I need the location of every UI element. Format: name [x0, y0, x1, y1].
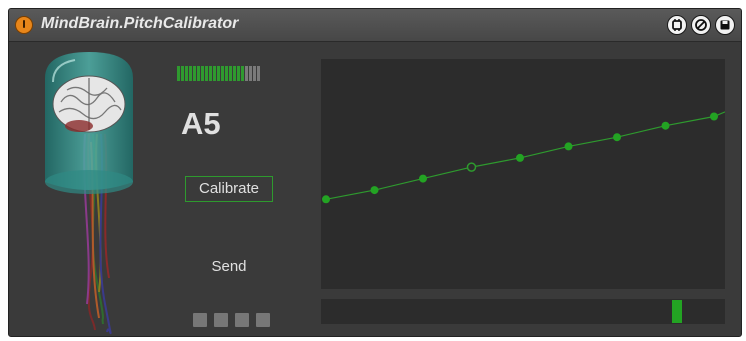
calibration-point[interactable] [322, 195, 330, 204]
level-meter-segment [257, 66, 260, 81]
level-meter-segment [177, 66, 180, 81]
calibration-point[interactable] [370, 186, 379, 195]
level-meter-segment [253, 66, 256, 81]
send-button[interactable]: Send [185, 254, 273, 280]
illustration-panel [9, 42, 169, 336]
status-indicator [214, 313, 228, 327]
status-indicators [193, 313, 270, 327]
level-meter-segment [185, 66, 188, 81]
device-title: MindBrain.PitchCalibrator [41, 15, 239, 32]
level-meter-segment [225, 66, 228, 81]
save-icon[interactable] [715, 15, 735, 35]
calibration-graph-svg [322, 111, 726, 204]
brain-jellyfish-illustration [45, 52, 133, 335]
calibration-point[interactable] [516, 153, 524, 162]
input-level-meter [177, 66, 260, 81]
power-icon[interactable] [15, 16, 33, 34]
level-meter-segment [217, 66, 220, 81]
level-meter-segment [229, 66, 232, 81]
level-meter-segment [209, 66, 212, 81]
status-indicator [193, 313, 207, 327]
note-display: A5 [181, 106, 221, 141]
status-indicator [256, 313, 270, 327]
level-meter-segment [181, 66, 184, 81]
calibrate-button[interactable]: Calibrate [185, 176, 273, 202]
level-meter-segment [221, 66, 224, 81]
level-meter-segment [205, 66, 208, 81]
link-icon[interactable] [667, 15, 687, 35]
calibration-point[interactable] [613, 133, 621, 142]
level-meter-segment [241, 66, 244, 81]
control-panel: A5 Calibrate Send [169, 42, 319, 336]
level-meter-segment [245, 66, 248, 81]
level-meter-segment [233, 66, 236, 81]
calibration-point[interactable] [710, 112, 718, 121]
level-meter-segment [213, 66, 216, 81]
level-meter-segment [249, 66, 252, 81]
pitch-position-marker[interactable] [672, 300, 682, 323]
device-title-bar: MindBrain.PitchCalibrator [9, 9, 741, 42]
pitch-calibrator-device: MindBrain.PitchCalibrator A5 Calibrate S… [8, 8, 742, 337]
calibration-graph[interactable] [321, 59, 726, 289]
calibration-point[interactable] [661, 121, 670, 130]
level-meter-segment [189, 66, 192, 81]
calibration-point-selected[interactable] [466, 162, 477, 172]
title-bar-icons [667, 15, 735, 35]
status-indicator [235, 313, 249, 327]
pitch-position-bar[interactable] [321, 299, 725, 324]
calibration-point[interactable] [564, 142, 573, 151]
brain [52, 75, 126, 133]
level-meter-segment [197, 66, 200, 81]
calibration-point[interactable] [419, 174, 427, 183]
level-meter-segment [193, 66, 196, 81]
level-meter-segment [237, 66, 240, 81]
level-meter-segment [201, 66, 204, 81]
cycle-icon[interactable] [691, 15, 711, 35]
